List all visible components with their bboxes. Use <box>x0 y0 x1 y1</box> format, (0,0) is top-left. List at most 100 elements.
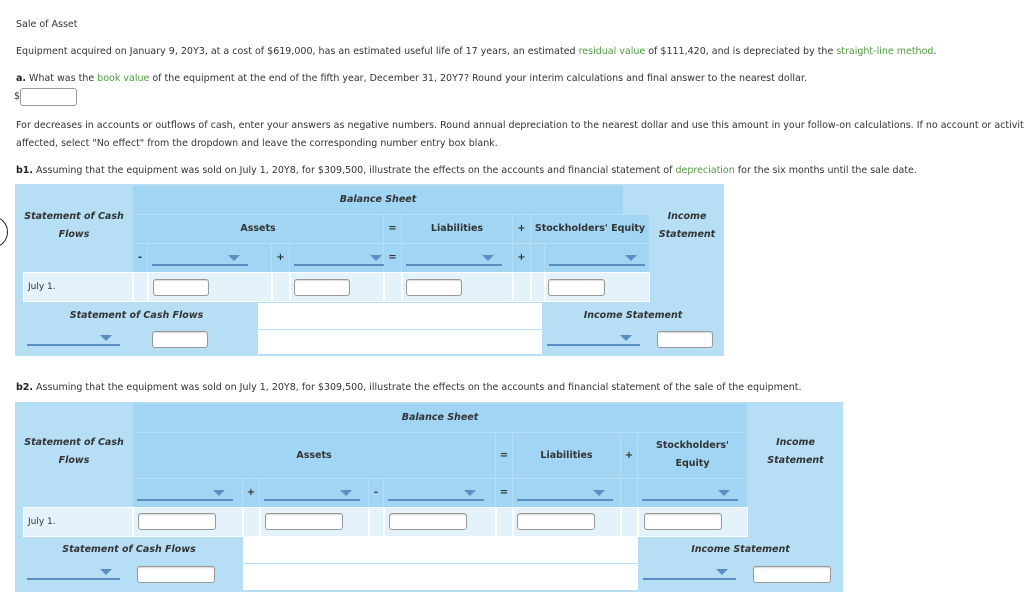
row-spacer <box>531 272 545 302</box>
intro-part: Equipment acquired on January 9, 20Y3, a… <box>16 46 579 57</box>
question-a-label: a. <box>16 73 27 84</box>
straight-line-link[interactable]: straight-line method <box>836 46 933 57</box>
cash-flow-amount-input[interactable] <box>137 566 215 583</box>
equity-header-line-2: Equity <box>675 458 710 469</box>
liability-account-select[interactable] <box>517 487 613 501</box>
equity-amount-input[interactable] <box>548 279 605 296</box>
chevron-down-icon <box>625 255 637 261</box>
chevron-down-icon <box>716 569 728 575</box>
intro-part: of $111,420, and is depreciated by the <box>645 46 837 57</box>
is-footer-label: Income Statement <box>583 310 683 321</box>
dropdown-cell <box>260 479 368 507</box>
plus-sign: + <box>272 244 289 272</box>
income-statement-amount-input[interactable] <box>753 566 831 583</box>
scf-footer-label: Statement of Cash Flows <box>69 310 204 321</box>
row-spacer <box>513 272 531 302</box>
asset-amount-input-1[interactable] <box>153 279 209 296</box>
income-statement-amount-input[interactable] <box>657 331 713 348</box>
row-cell <box>402 272 513 302</box>
blank-cell <box>258 303 542 329</box>
dropdown-cell <box>133 479 242 507</box>
row-cell <box>148 272 272 302</box>
question-b2-label: b2. <box>16 382 34 393</box>
question-b2-text: Assuming that the equipment was sold on … <box>33 382 802 393</box>
cash-flow-activity-select[interactable] <box>27 566 120 580</box>
row-spacer <box>272 272 290 302</box>
equity-account-select[interactable] <box>642 487 738 501</box>
chevron-down-icon <box>100 335 112 341</box>
liabilities-header: Liabilities <box>513 433 620 478</box>
asset-amount-input-3[interactable] <box>389 513 467 530</box>
plus-sign: + <box>621 433 637 478</box>
question-b1-label: b1. <box>16 165 34 176</box>
liability-amount-input[interactable] <box>406 279 462 296</box>
income-statement-select[interactable] <box>643 566 736 580</box>
asset-amount-input-2[interactable] <box>294 279 350 296</box>
asset-account-select-3[interactable] <box>388 487 484 501</box>
book-value-link[interactable]: book value <box>97 73 149 84</box>
equals-sign: = <box>384 215 401 243</box>
row-cell <box>545 272 650 302</box>
instructions-line-2: affected, select "No effect" from the dr… <box>16 138 498 149</box>
cash-flow-activity-select[interactable] <box>27 332 120 346</box>
book-value-input[interactable] <box>20 88 77 106</box>
equity-header: Stockholders' Equity <box>638 433 747 478</box>
plus-sign: + <box>513 215 530 243</box>
chevron-down-icon <box>718 490 730 496</box>
assets-header: Assets <box>133 215 383 243</box>
question-a-text: What was the <box>26 73 98 84</box>
blank-cell <box>243 537 638 563</box>
row-cell <box>290 272 384 302</box>
liability-account-select[interactable] <box>406 252 502 266</box>
chevron-down-icon <box>482 255 494 261</box>
minus-sign: - <box>133 244 147 272</box>
scf-header: Statement of Cash Flows <box>24 437 124 466</box>
question-b1-text: for the six months until the sale date. <box>734 165 917 176</box>
dropdown-cell <box>638 479 747 507</box>
page-title: Sale of Asset <box>16 19 78 30</box>
question-b2: b2. Assuming that the equipment was sold… <box>16 382 802 393</box>
assets-header: Assets <box>133 433 495 478</box>
chevron-down-icon <box>340 490 352 496</box>
scf-header: Statement of Cash Flows <box>24 211 124 240</box>
asset-account-select-2[interactable] <box>264 487 360 501</box>
row-spacer <box>621 507 638 537</box>
row-cell <box>133 507 243 537</box>
equity-header: Stockholders' Equity <box>531 215 649 243</box>
dropdown-cell <box>513 479 620 507</box>
asset-account-select-1[interactable] <box>137 487 233 501</box>
is-footer-label: Income Statement <box>691 544 790 555</box>
equity-amount-input[interactable] <box>644 513 722 530</box>
equals-sign: = <box>496 479 512 507</box>
chevron-down-icon <box>464 490 476 496</box>
balance-sheet-header: Balance Sheet <box>133 404 747 432</box>
cash-flow-amount-input[interactable] <box>152 331 208 348</box>
dropdown-cell <box>290 244 390 272</box>
chevron-down-icon <box>100 569 112 575</box>
asset-amount-input-2[interactable] <box>265 513 343 530</box>
row-cell <box>513 507 621 537</box>
dropdown-cell <box>545 244 649 272</box>
question-a: a. What was the book value of the equipm… <box>16 73 807 84</box>
chevron-down-icon <box>370 255 382 261</box>
row-cell <box>638 507 748 537</box>
depreciation-link[interactable]: depreciation <box>675 165 734 176</box>
equity-header-line-1: Stockholders' <box>656 440 729 451</box>
equity-account-select[interactable] <box>549 252 645 266</box>
income-statement-select[interactable] <box>547 332 640 346</box>
dropdown-cell <box>402 244 512 272</box>
row-spacer <box>496 507 513 537</box>
scf-footer-label: Statement of Cash Flows <box>62 544 196 555</box>
residual-value-link[interactable]: residual value <box>579 46 646 57</box>
row-label: July 1. <box>23 507 133 537</box>
asset-account-select-2[interactable] <box>294 252 390 266</box>
row-label: July 1. <box>23 272 133 302</box>
row-spacer <box>133 272 148 302</box>
equals-sign: = <box>496 433 512 478</box>
asset-account-select-1[interactable] <box>152 252 248 266</box>
liability-amount-input[interactable] <box>517 513 595 530</box>
chevron-down-icon <box>593 490 605 496</box>
question-b1-text: Assuming that the equipment was sold on … <box>33 165 676 176</box>
question-a-text: of the equipment at the end of the fifth… <box>149 73 807 84</box>
asset-amount-input-1[interactable] <box>138 513 216 530</box>
